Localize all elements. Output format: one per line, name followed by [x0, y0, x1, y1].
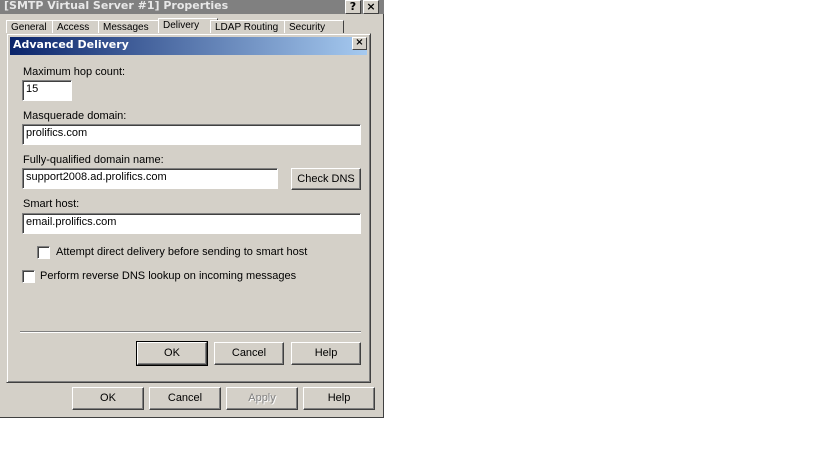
masquerade-domain-input[interactable]: prolifics.com: [22, 124, 361, 145]
reverse-dns-checkbox[interactable]: [22, 270, 35, 283]
separator: [20, 331, 361, 333]
outer-help-button[interactable]: Help: [303, 387, 375, 410]
attempt-direct-label: Attempt direct delivery before sending t…: [56, 246, 308, 258]
check-dns-button[interactable]: Check DNS: [291, 168, 361, 190]
smart-host-input[interactable]: email.prolifics.com: [22, 213, 361, 234]
dialog-ok-button[interactable]: OK: [136, 341, 208, 366]
outer-close-icon[interactable]: ×: [363, 0, 379, 14]
outer-title-bar: [SMTP Virtual Server #1] Properties ? ×: [0, 0, 384, 14]
outer-apply-button[interactable]: Apply: [226, 387, 298, 410]
masquerade-domain-label: Masquerade domain:: [23, 110, 127, 122]
reverse-dns-label: Perform reverse DNS lookup on incoming m…: [40, 270, 297, 282]
outer-cancel-button[interactable]: Cancel: [149, 387, 221, 410]
attempt-direct-checkbox[interactable]: [37, 246, 50, 259]
outer-ok-button[interactable]: OK: [72, 387, 144, 410]
dialog-title-bar: Advanced Delivery: [10, 37, 367, 55]
smart-host-label: Smart host:: [23, 198, 80, 210]
dialog-help-button[interactable]: Help: [291, 342, 361, 365]
fqdn-input[interactable]: support2008.ad.prolifics.com: [22, 168, 278, 189]
max-hop-input[interactable]: 15: [22, 80, 72, 101]
dialog-cancel-button[interactable]: Cancel: [214, 342, 284, 365]
fqdn-label: Fully-qualified domain name:: [23, 154, 164, 166]
max-hop-label: Maximum hop count:: [23, 66, 126, 78]
outer-window-title: [SMTP Virtual Server #1] Properties: [4, 0, 229, 12]
dialog-close-icon[interactable]: ×: [352, 37, 367, 50]
help-icon[interactable]: ?: [345, 0, 361, 14]
dialog-title: Advanced Delivery: [13, 38, 129, 51]
advanced-delivery-dialog: Advanced Delivery × Maximum hop count: 1…: [6, 33, 371, 383]
